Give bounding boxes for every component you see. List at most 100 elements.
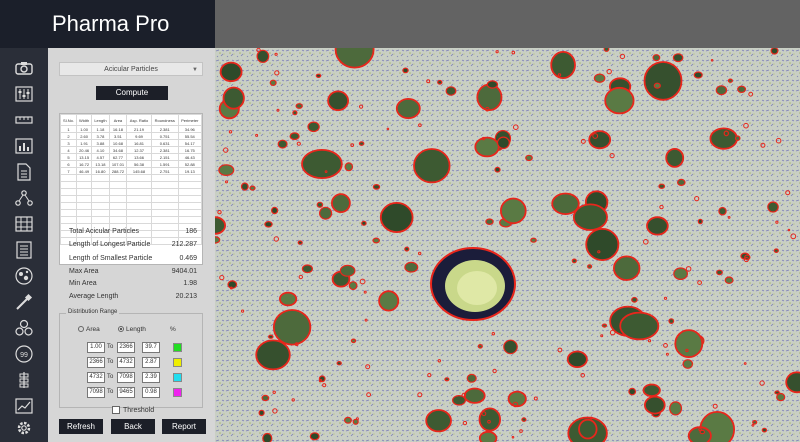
pipette-icon[interactable]	[12, 292, 36, 312]
table-cell: 55.54	[177, 132, 202, 140]
stack-icon[interactable]	[12, 370, 36, 390]
range-color-swatch[interactable]	[173, 343, 182, 352]
table-empty-row	[60, 188, 202, 196]
range-from-input[interactable]: 7098	[87, 387, 105, 398]
table-cell: 0.751	[150, 132, 179, 140]
range-color-swatch[interactable]	[173, 373, 182, 382]
analysis-type-select[interactable]: Acicular Particles ▼	[59, 62, 203, 76]
table-row[interactable]: 5 13.15 4.57 62.77 13.66 2.151 46.43	[60, 153, 202, 161]
range-to-input[interactable]: 7098	[117, 372, 135, 383]
image-background	[215, 48, 800, 442]
to-label: To	[107, 344, 114, 350]
analysis-panel: Acicular Particles ▼ Compute Sl.No. Width…	[48, 48, 215, 442]
refresh-button[interactable]: Refresh	[59, 419, 103, 434]
table-cell: 16.80	[91, 167, 110, 175]
percent-header: %	[170, 326, 176, 333]
stat-min-area: Min Area 1.98	[69, 280, 197, 287]
table-cell: 145.68	[126, 167, 152, 175]
table-empty-row	[60, 202, 202, 210]
cells-icon[interactable]	[12, 318, 36, 338]
table-cell: 7	[60, 167, 77, 175]
table-cell: 107.01	[108, 160, 128, 168]
radio-area-dot	[78, 326, 84, 333]
table-cell: 4	[60, 146, 77, 154]
table-empty-row	[60, 181, 202, 189]
table-cell: 34.96	[177, 125, 202, 133]
stat-total-particles: Total Acicular Particles 186	[69, 228, 197, 235]
table-row[interactable]: 4 20.46 4.10 34.68 12.37 2.381 16.75	[60, 146, 202, 154]
table-cell: 16.72	[75, 160, 93, 168]
table-empty-row	[60, 174, 202, 182]
chevron-down-icon: ▼	[192, 67, 198, 73]
stat-smallest-length: Length of Smallest Particle 0.469	[69, 255, 197, 262]
adjust-sliders-icon[interactable]	[12, 84, 36, 104]
table-empty-row	[60, 209, 202, 217]
particles-icon[interactable]	[12, 266, 36, 286]
table-cell: 6	[60, 160, 77, 168]
table-cell: 62.77	[108, 153, 128, 161]
gear-icon[interactable]	[12, 418, 36, 438]
range-color-swatch[interactable]	[173, 388, 182, 397]
range-to-input[interactable]: 2366	[117, 342, 135, 353]
report-button[interactable]: Report	[162, 419, 206, 434]
camera-icon[interactable]	[12, 58, 36, 78]
table-row[interactable]: 6 16.72 13.18 107.01 56.38 1.591 52.88	[60, 160, 202, 168]
table-cell: 2.151	[150, 153, 179, 161]
table-row[interactable]: 7 46.49 16.80 288.72 145.68 2.751 19.13	[60, 167, 202, 175]
table-cell: 12.37	[126, 146, 152, 154]
table-cell: 20.46	[75, 146, 93, 154]
table-header-cell: Roundness	[150, 114, 179, 126]
table-cell: 34.68	[108, 146, 128, 154]
table-cell: 1.18	[91, 125, 110, 133]
compute-button[interactable]: Compute	[96, 86, 168, 100]
table-cell: 16.18	[108, 125, 128, 133]
table-cell: 3	[60, 139, 77, 147]
table-row[interactable]: 2 2.60 3.78 3.51 9.69 0.751 55.54	[60, 132, 202, 140]
table-cell: 19.13	[177, 167, 202, 175]
table-cell: 52.88	[177, 160, 202, 168]
range-percent-value: 39.7	[142, 342, 160, 353]
table-cell: 16.75	[177, 146, 202, 154]
stat-max-area: Max Area 9404.01	[69, 268, 197, 275]
table-cell: 46.49	[75, 167, 93, 175]
table-header-cell: Perimeter	[177, 114, 202, 126]
document-icon[interactable]	[12, 162, 36, 182]
table-cell: 4.57	[91, 153, 110, 161]
range-percent-value: 2.39	[142, 372, 160, 383]
table-cell: 3.78	[91, 132, 110, 140]
threshold-checkbox-box	[112, 406, 120, 414]
range-to-input[interactable]: 4732	[117, 357, 135, 368]
table-empty-row	[60, 195, 202, 203]
range-from-input[interactable]: 4732	[87, 372, 105, 383]
table-cell: 46.43	[177, 153, 202, 161]
particle-image	[215, 48, 800, 442]
count-icon[interactable]: 99	[12, 344, 36, 364]
back-button[interactable]: Back	[111, 419, 155, 434]
table-cell: 5	[60, 153, 77, 161]
table-cell: 16.81	[126, 139, 152, 147]
range-from-input[interactable]: 2366	[87, 357, 105, 368]
threshold-checkbox[interactable]: Threshold	[112, 406, 154, 414]
grid-icon[interactable]	[12, 214, 36, 234]
table-cell: 10.68	[108, 139, 128, 147]
table-cell: 2	[60, 132, 77, 140]
range-color-swatch[interactable]	[173, 358, 182, 367]
radio-length[interactable]: Length	[118, 326, 146, 333]
microscope-image-view[interactable]	[215, 48, 800, 442]
table-cell: 3.51	[108, 132, 128, 140]
network-icon[interactable]	[12, 188, 36, 208]
range-percent-value: 2.87	[142, 357, 160, 368]
range-from-input[interactable]: 1.00	[87, 342, 105, 353]
table-row[interactable]: 3 1.91 3.88 10.68 16.81 0.631 54.17	[60, 139, 202, 147]
to-label: To	[107, 359, 114, 365]
table-row[interactable]: 1 1.00 1.18 16.18 21.19 2.381 34.96	[60, 125, 202, 133]
analysis-type-value: Acicular Particles	[104, 66, 158, 73]
line-chart-icon[interactable]	[12, 396, 36, 416]
range-to-input[interactable]: 9465	[117, 387, 135, 398]
radio-area[interactable]: Area	[78, 326, 100, 333]
table-header-cell: Width	[75, 114, 93, 126]
list-icon[interactable]	[12, 240, 36, 260]
bar-chart-icon[interactable]	[12, 136, 36, 156]
distribution-range-group: Distribution Range Area Length % 1.00 To 2…	[59, 309, 203, 408]
ruler-icon[interactable]	[12, 110, 36, 130]
